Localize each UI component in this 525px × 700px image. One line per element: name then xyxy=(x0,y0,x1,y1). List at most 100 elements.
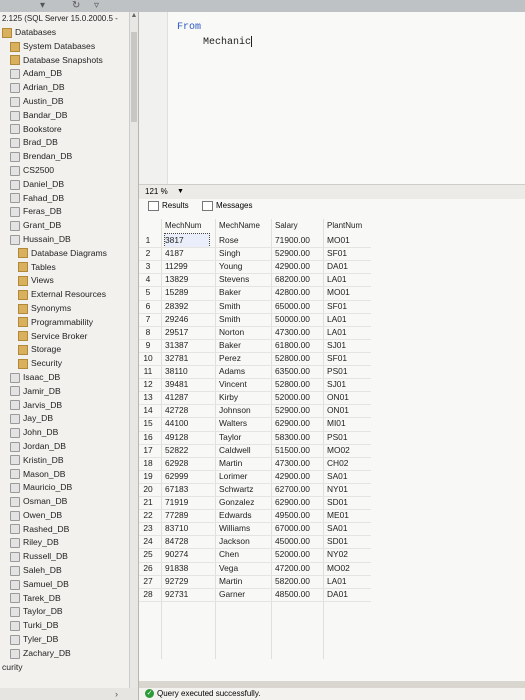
cell-plantnum[interactable]: SJ01 xyxy=(327,339,367,352)
tree-item[interactable]: Jordan_DB xyxy=(0,440,138,454)
row-number[interactable]: 18 xyxy=(141,457,155,470)
cell-plantnum[interactable]: CH02 xyxy=(327,457,367,470)
cell-salary[interactable]: 68200.00 xyxy=(275,273,321,286)
cell-mechnum[interactable]: 71919 xyxy=(165,496,209,509)
cell-salary[interactable]: 45000.00 xyxy=(275,535,321,548)
cell-mechname[interactable]: Garner xyxy=(219,588,271,601)
tree-item[interactable]: Zachary_DB xyxy=(0,647,138,661)
cell-mechname[interactable]: Schwartz xyxy=(219,483,271,496)
tree-item[interactable]: Adam_DB xyxy=(0,67,138,81)
cell-plantnum[interactable]: LA01 xyxy=(327,273,367,286)
cell-plantnum[interactable]: NY01 xyxy=(327,483,367,496)
cell-salary[interactable]: 47200.00 xyxy=(275,562,321,575)
table-row[interactable]: 10 32781 Perez 52800.00 SF01 xyxy=(139,352,525,365)
cell-salary[interactable]: 52800.00 xyxy=(275,352,321,365)
cell-plantnum[interactable]: SA01 xyxy=(327,470,367,483)
cell-salary[interactable]: 47300.00 xyxy=(275,457,321,470)
cell-salary[interactable]: 52000.00 xyxy=(275,548,321,561)
cell-mechnum[interactable]: 28392 xyxy=(165,300,209,313)
cell-salary[interactable]: 49500.00 xyxy=(275,509,321,522)
cell-plantnum[interactable]: DA01 xyxy=(327,588,367,601)
cell-mechnum[interactable]: 42728 xyxy=(165,404,209,417)
cell-mechnum[interactable]: 49128 xyxy=(165,431,209,444)
tree-item[interactable]: Brendan_DB xyxy=(0,150,138,164)
cell-plantnum[interactable]: MI01 xyxy=(327,417,367,430)
table-row[interactable]: 26 91838 Vega 47200.00 MO02 xyxy=(139,562,525,575)
cell-mechname[interactable]: Smith xyxy=(219,300,271,313)
tree-item[interactable]: Jamir_DB xyxy=(0,385,138,399)
cell-plantnum[interactable]: ME01 xyxy=(327,509,367,522)
cell-mechnum[interactable]: 91838 xyxy=(165,562,209,575)
cell-mechname[interactable]: Williams xyxy=(219,522,271,535)
zoom-dropdown-icon[interactable]: ▼ xyxy=(177,185,184,199)
col-header-mechname[interactable]: MechName xyxy=(219,219,271,233)
tree-item[interactable]: Feras_DB xyxy=(0,205,138,219)
cell-salary[interactable]: 58300.00 xyxy=(275,431,321,444)
cell-mechnum[interactable]: 41287 xyxy=(165,391,209,404)
cell-plantnum[interactable]: NY02 xyxy=(327,548,367,561)
row-number[interactable]: 20 xyxy=(141,483,155,496)
row-number[interactable]: 24 xyxy=(141,535,155,548)
row-number[interactable]: 14 xyxy=(141,404,155,417)
tree-item[interactable]: Fahad_DB xyxy=(0,192,138,206)
tree-item[interactable]: Tables xyxy=(0,261,138,275)
table-row[interactable]: 3 11299 Young 42900.00 DA01 xyxy=(139,260,525,273)
table-row[interactable]: 2 4187 Singh 52900.00 SF01 xyxy=(139,247,525,260)
cell-salary[interactable]: 62700.00 xyxy=(275,483,321,496)
cell-plantnum[interactable]: MO02 xyxy=(327,562,367,575)
query-editor[interactable]: From Mechanic xyxy=(139,12,525,184)
table-row[interactable]: 4 13829 Stevens 68200.00 LA01 xyxy=(139,273,525,286)
row-number[interactable]: 2 xyxy=(141,247,155,260)
table-row[interactable]: 23 83710 Williams 67000.00 SA01 xyxy=(139,522,525,535)
tree-item[interactable]: Service Broker xyxy=(0,330,138,344)
server-node[interactable]: 2.125 (SQL Server 15.0.2000.5 - xyxy=(0,12,138,26)
cell-mechname[interactable]: Kirby xyxy=(219,391,271,404)
cell-plantnum[interactable]: SD01 xyxy=(327,535,367,548)
cell-plantnum[interactable]: LA01 xyxy=(327,575,367,588)
cell-salary[interactable]: 61800.00 xyxy=(275,339,321,352)
cell-mechname[interactable]: Lorimer xyxy=(219,470,271,483)
tree-item[interactable]: CS2500 xyxy=(0,164,138,178)
tree-item[interactable]: External Resources xyxy=(0,288,138,302)
tree-item[interactable]: Owen_DB xyxy=(0,509,138,523)
table-row[interactable]: 25 90274 Chen 52000.00 NY02 xyxy=(139,548,525,561)
row-number[interactable]: 21 xyxy=(141,496,155,509)
tree-item[interactable]: Bandar_DB xyxy=(0,109,138,123)
cell-mechname[interactable]: Vincent xyxy=(219,378,271,391)
tree-item[interactable]: Tarek_DB xyxy=(0,592,138,606)
table-row[interactable]: 13 41287 Kirby 52000.00 ON01 xyxy=(139,391,525,404)
cell-salary[interactable]: 62900.00 xyxy=(275,417,321,430)
table-row[interactable]: 19 62999 Lorimer 42900.00 SA01 xyxy=(139,470,525,483)
cell-plantnum[interactable]: SD01 xyxy=(327,496,367,509)
table-row[interactable]: 28 92731 Garner 48500.00 DA01 xyxy=(139,588,525,601)
cell-plantnum[interactable]: LA01 xyxy=(327,326,367,339)
scroll-up-icon[interactable]: ▲ xyxy=(130,12,138,22)
cell-mechnum[interactable]: 90274 xyxy=(165,548,209,561)
tree-item[interactable]: Grant_DB xyxy=(0,219,138,233)
table-row[interactable]: 18 62928 Martin 47300.00 CH02 xyxy=(139,457,525,470)
cell-mechname[interactable]: Gonzalez xyxy=(219,496,271,509)
row-number[interactable]: 22 xyxy=(141,509,155,522)
cell-mechname[interactable]: Walters xyxy=(219,417,271,430)
cell-plantnum[interactable]: PS01 xyxy=(327,365,367,378)
cell-plantnum[interactable]: DA01 xyxy=(327,260,367,273)
row-number[interactable]: 28 xyxy=(141,588,155,601)
cell-salary[interactable]: 67000.00 xyxy=(275,522,321,535)
table-row[interactable]: 27 92729 Martin 58200.00 LA01 xyxy=(139,575,525,588)
row-number[interactable]: 27 xyxy=(141,575,155,588)
tree-item[interactable]: Database Snapshots xyxy=(0,54,138,68)
cell-salary[interactable]: 42900.00 xyxy=(275,470,321,483)
cell-plantnum[interactable]: SF01 xyxy=(327,300,367,313)
tree-item[interactable]: Rashed_DB xyxy=(0,523,138,537)
row-number[interactable]: 12 xyxy=(141,378,155,391)
tree-item[interactable]: Samuel_DB xyxy=(0,578,138,592)
cell-mechnum[interactable]: 67183 xyxy=(165,483,209,496)
tree-item[interactable]: Kristin_DB xyxy=(0,454,138,468)
cell-plantnum[interactable]: MO02 xyxy=(327,444,367,457)
cell-mechname[interactable]: Martin xyxy=(219,575,271,588)
cell-plantnum[interactable]: SF01 xyxy=(327,352,367,365)
cell-mechname[interactable]: Taylor xyxy=(219,431,271,444)
cell-mechname[interactable]: Baker xyxy=(219,286,271,299)
tree-item[interactable]: John_DB xyxy=(0,426,138,440)
tree-item[interactable]: Jarvis_DB xyxy=(0,399,138,413)
